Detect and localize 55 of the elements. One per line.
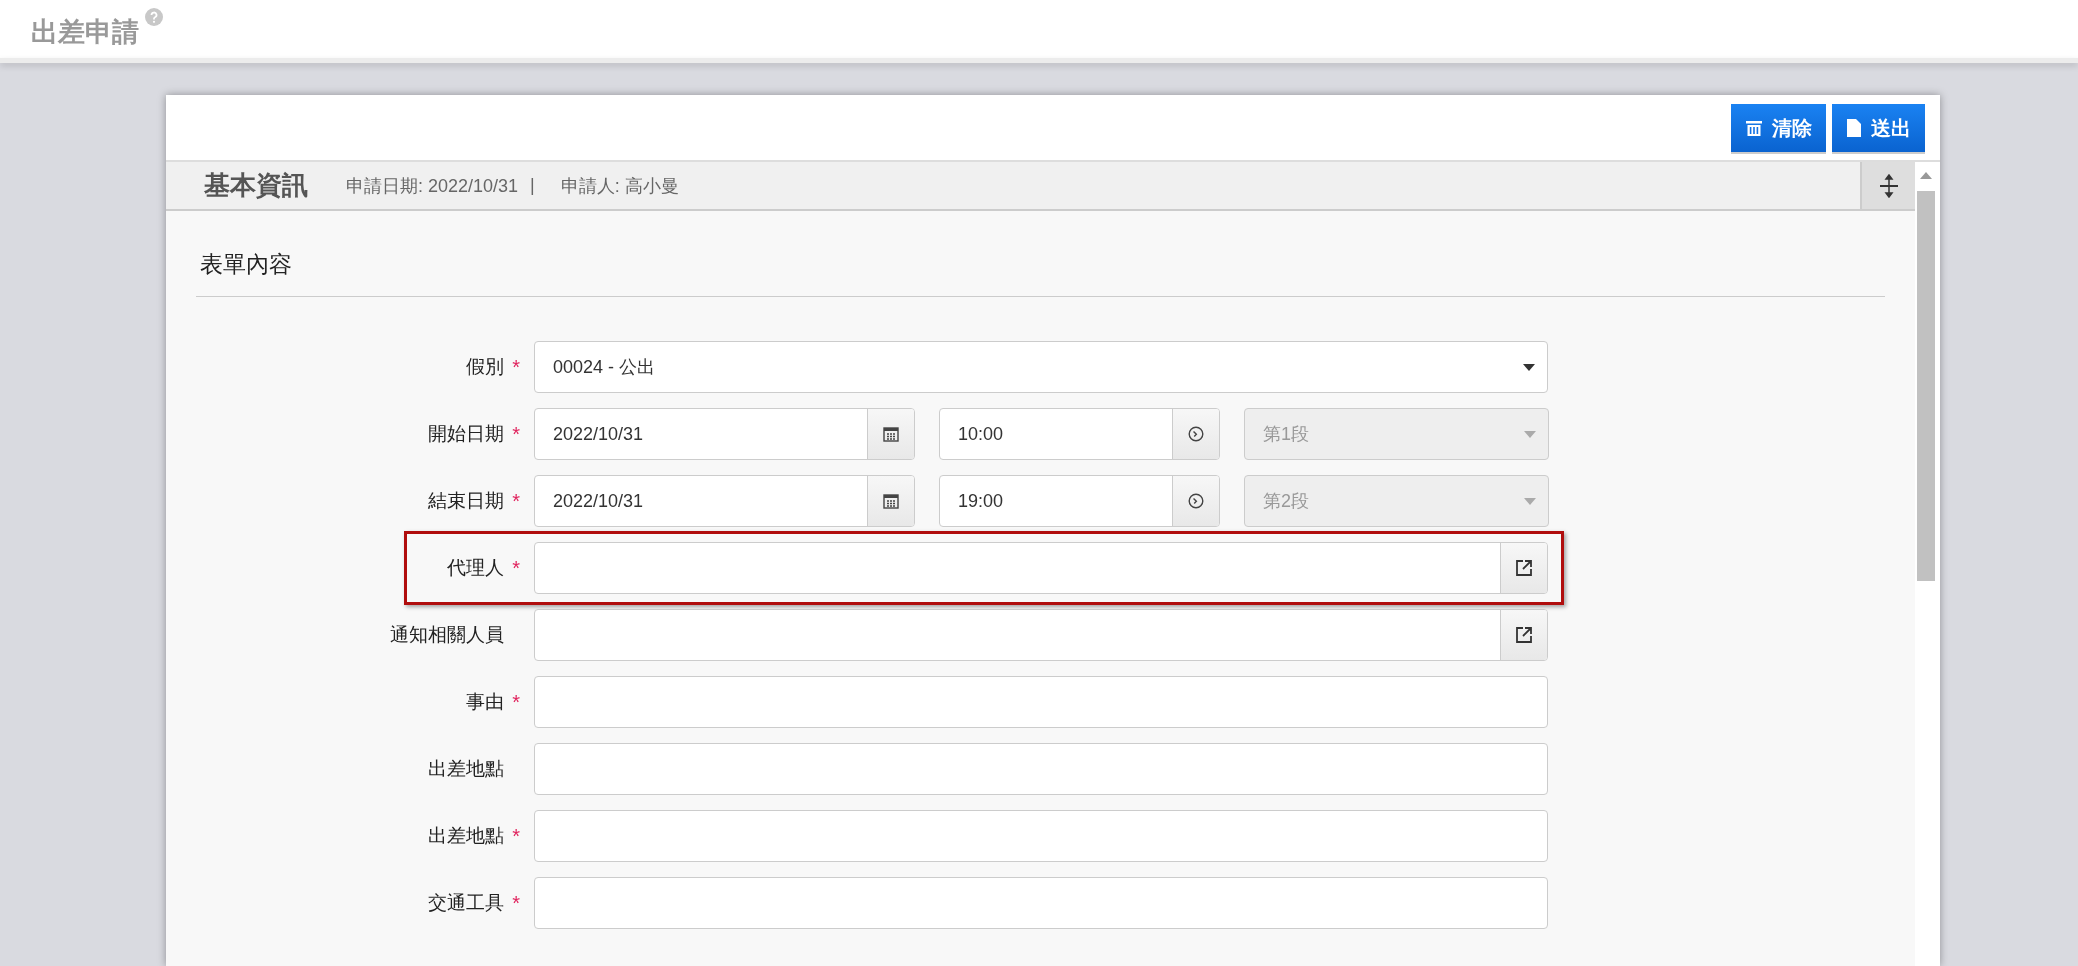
file-icon [1846, 118, 1862, 138]
required-mark: * [511, 355, 520, 379]
external-link-icon [1515, 559, 1533, 577]
field-label: 開始日期 [428, 422, 504, 446]
field-label: 出差地點 [428, 757, 504, 781]
scroll-up-icon[interactable] [1920, 172, 1932, 179]
field-label: 通知相關人員 [390, 623, 504, 647]
applicant: 申請人: 高小曼 [560, 174, 679, 198]
calendar-icon [883, 426, 899, 442]
trash-icon [1745, 119, 1763, 137]
form-title: 表單內容 [200, 250, 293, 279]
text-input[interactable] [534, 743, 1548, 795]
clock-button[interactable] [1172, 409, 1219, 459]
required-mark: * [511, 824, 520, 848]
separator: | [530, 175, 535, 196]
calendar-button[interactable] [867, 409, 914, 459]
open-picker-button[interactable] [1500, 610, 1547, 660]
date-field[interactable]: 2022/10/31 [534, 475, 915, 527]
toolbar-button[interactable]: 清除 [1731, 104, 1826, 154]
section-title: 基本資訊 [204, 169, 308, 202]
up-down-arrow-icon [1878, 173, 1899, 198]
field-label: 交通工具 [428, 891, 504, 915]
help-icon[interactable] [145, 8, 163, 26]
toolbar-button[interactable]: 送出 [1832, 104, 1925, 154]
collapse-button[interactable] [1860, 162, 1915, 209]
page-title: 出差申請 [31, 16, 139, 49]
field-label: 假別 [466, 355, 504, 379]
select-field[interactable]: 00024 - 公出 [534, 341, 1548, 393]
required-mark: * [511, 422, 520, 446]
clock-button[interactable] [1172, 476, 1219, 526]
required-mark: * [511, 489, 520, 513]
time-field[interactable]: 19:00 [939, 475, 1220, 527]
field-label: 結束日期 [428, 489, 504, 513]
caret-icon [1523, 363, 1535, 371]
required-mark: * [511, 690, 520, 714]
field-label: 代理人 [447, 556, 504, 580]
external-link-icon [1515, 626, 1533, 644]
text-input[interactable] [534, 810, 1548, 862]
lookup-field[interactable] [534, 542, 1548, 594]
required-mark: * [511, 891, 520, 915]
caret-icon [1524, 497, 1536, 505]
lookup-field[interactable] [534, 609, 1548, 661]
caret-icon [1524, 430, 1536, 438]
field-label: 事由 [466, 690, 504, 714]
text-input[interactable] [534, 877, 1548, 929]
calendar-button[interactable] [867, 476, 914, 526]
time-field[interactable]: 10:00 [939, 408, 1220, 460]
field-label: 出差地點 [428, 824, 504, 848]
scrollbar-thumb[interactable] [1917, 191, 1935, 581]
required-mark: * [511, 556, 520, 580]
calendar-icon [883, 493, 899, 509]
open-picker-button[interactable] [1500, 543, 1547, 593]
date-field[interactable]: 2022/10/31 [534, 408, 915, 460]
apply-date: 申請日期: 2022/10/31 [346, 174, 519, 198]
text-input[interactable] [534, 676, 1548, 728]
